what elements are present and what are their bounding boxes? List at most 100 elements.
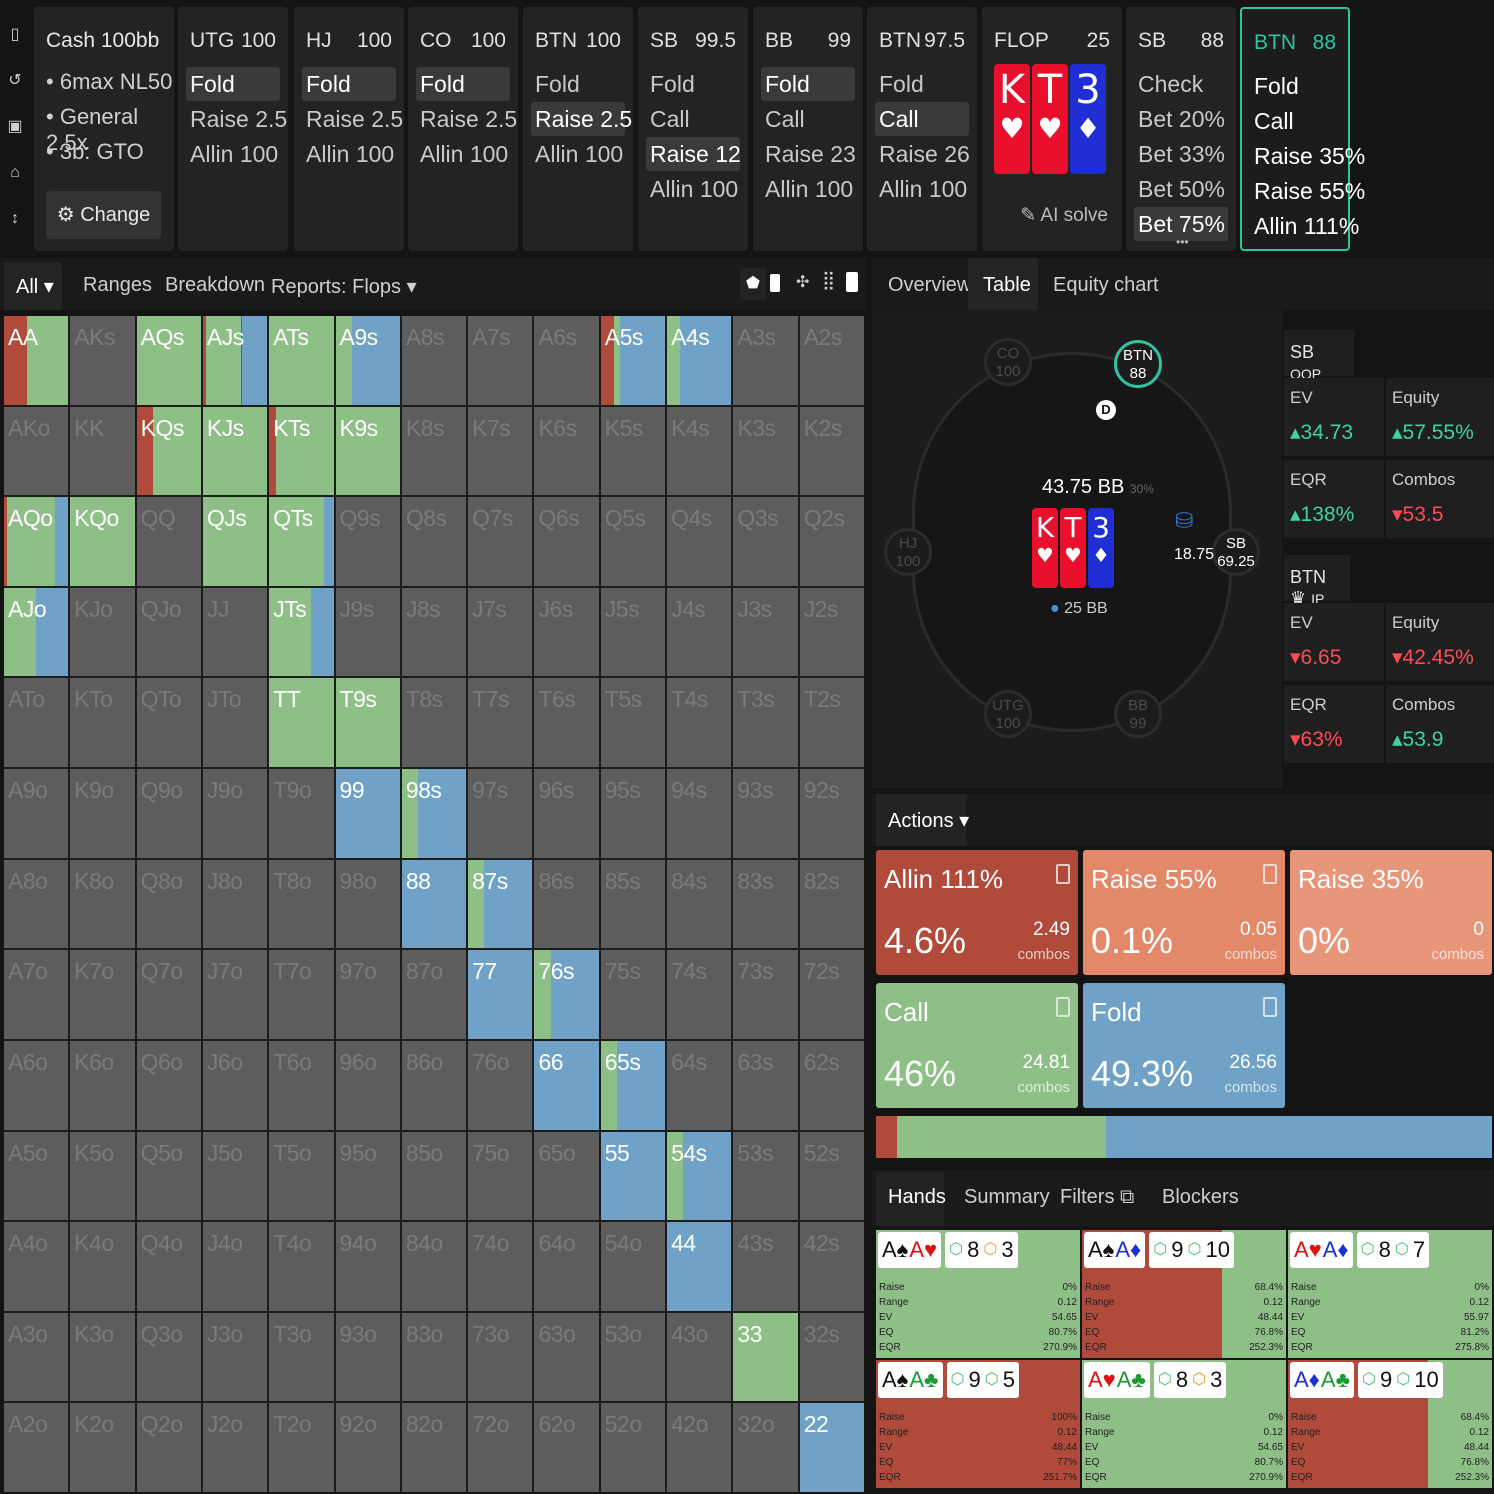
hand-cell-74o[interactable]: 74o (468, 1222, 533, 1311)
hand-cell-85o[interactable]: 85o (401, 1131, 467, 1221)
sidebar-icon[interactable] (846, 272, 858, 292)
hand-cell-98s[interactable]: 98s (401, 769, 467, 858)
hand-cell-T8s[interactable]: T8s (401, 678, 467, 768)
hand-cell-95s[interactable]: 95s (600, 769, 666, 858)
hand-cell-Q9s[interactable]: Q9s (335, 497, 400, 586)
hand-cell-ATo[interactable]: ATo (4, 678, 69, 768)
hand-cell-T3s[interactable]: T3s (733, 678, 798, 768)
action-option[interactable]: Raise 2.5 (416, 102, 517, 136)
hand-cell-Q3o[interactable]: Q3o (136, 1312, 201, 1402)
hand-cell-ATs[interactable]: ATs (269, 316, 334, 405)
action-option[interactable]: Call (761, 102, 855, 136)
hand-tile[interactable]: A♥ A♦ ⬡ 8 ⬡ 7 Raise 0% Range 0.12 EV 55.97 EQ 81.2% EQ… (1288, 1230, 1492, 1358)
hand-cell-93o[interactable]: 93o (335, 1312, 400, 1402)
document-icon[interactable] (1263, 864, 1277, 884)
hand-cell-K3s[interactable]: K3s (733, 406, 798, 496)
hand-cell-52o[interactable]: 52o (600, 1403, 666, 1492)
action-option[interactable]: Bet 33% (1134, 137, 1228, 171)
hand-cell-KQs[interactable]: KQs (136, 406, 201, 496)
hand-cell-QTo[interactable]: QTo (136, 678, 201, 768)
hand-cell-TT[interactable]: TT (269, 678, 334, 768)
action-option[interactable]: Allin 100 (531, 137, 625, 171)
hand-cell-53o[interactable]: 53o (600, 1312, 666, 1402)
action-box[interactable]: Raise 55% 0.1% 0.05 combos (1083, 850, 1285, 975)
hand-cell-83o[interactable]: 83o (401, 1312, 467, 1402)
ai-solve-button[interactable]: ✎ AI solve (1020, 204, 1108, 227)
text-height-icon[interactable]: ↕ (6, 210, 24, 228)
hand-cell-T8o[interactable]: T8o (269, 859, 334, 949)
hand-cell-96s[interactable]: 96s (534, 769, 599, 858)
action-box[interactable]: Raise 35% 0% 0 combos (1290, 850, 1492, 975)
hand-cell-82s[interactable]: 82s (799, 859, 864, 949)
hand-cell-43s[interactable]: 43s (733, 1222, 798, 1311)
hand-cell-63o[interactable]: 63o (534, 1312, 599, 1402)
hand-cell-KK[interactable]: KK (70, 406, 135, 496)
hand-cell-Q3s[interactable]: Q3s (733, 497, 798, 586)
hand-cell-AJs[interactable]: AJs (202, 316, 268, 405)
hand-cell-K6o[interactable]: K6o (70, 1040, 135, 1130)
hand-cell-53s[interactable]: 53s (733, 1131, 798, 1221)
hand-cell-J3s[interactable]: J3s (733, 587, 798, 677)
hand-cell-T4o[interactable]: T4o (269, 1222, 334, 1311)
action-option[interactable]: Allin 100 (416, 137, 510, 171)
hand-cell-64o[interactable]: 64o (534, 1222, 599, 1311)
hand-cell-73o[interactable]: 73o (468, 1312, 533, 1402)
tab-blockers[interactable]: Blockers (1162, 1186, 1239, 1209)
hand-cell-KQo[interactable]: KQo (70, 497, 135, 586)
hand-cell-54s[interactable]: 54s (667, 1131, 732, 1221)
hand-cell-J3o[interactable]: J3o (202, 1312, 268, 1402)
hand-cell-93s[interactable]: 93s (733, 769, 798, 858)
hand-cell-94s[interactable]: 94s (667, 769, 732, 858)
hand-cell-J5o[interactable]: J5o (202, 1131, 268, 1221)
hand-cell-AA[interactable]: AA (4, 316, 69, 405)
hand-cell-42s[interactable]: 42s (799, 1222, 864, 1311)
hand-cell-A5s[interactable]: A5s (600, 316, 666, 405)
hand-cell-75s[interactable]: 75s (600, 950, 666, 1039)
hand-cell-KJo[interactable]: KJo (70, 587, 135, 677)
hand-cell-Q7s[interactable]: Q7s (468, 497, 533, 586)
hand-cell-J2s[interactable]: J2s (799, 587, 864, 677)
hand-cell-63s[interactable]: 63s (733, 1040, 798, 1130)
hand-cell-99[interactable]: 99 (335, 769, 400, 858)
action-option[interactable]: Allin 100 (186, 137, 280, 171)
hand-cell-JTs[interactable]: JTs (269, 587, 334, 677)
more-icon[interactable]: ••• (1176, 235, 1189, 249)
hand-cell-22[interactable]: 22 (799, 1403, 864, 1492)
hand-cell-76o[interactable]: 76o (468, 1040, 533, 1130)
hand-cell-A3o[interactable]: A3o (4, 1312, 69, 1402)
hand-cell-K5o[interactable]: K5o (70, 1131, 135, 1221)
hand-cell-A9s[interactable]: A9s (335, 316, 400, 405)
hand-cell-83s[interactable]: 83s (733, 859, 798, 949)
hand-cell-Q4o[interactable]: Q4o (136, 1222, 201, 1311)
hand-cell-52s[interactable]: 52s (799, 1131, 864, 1221)
hand-cell-84o[interactable]: 84o (401, 1222, 467, 1311)
hand-cell-K9o[interactable]: K9o (70, 769, 135, 858)
hand-cell-K2s[interactable]: K2s (799, 406, 864, 496)
action-option[interactable]: Raise 2.5 (531, 102, 632, 136)
tab-filters[interactable]: Filters ⧉ (1060, 1186, 1134, 1209)
action-option[interactable]: Raise 35% (1250, 139, 1365, 173)
hand-cell-K9s[interactable]: K9s (335, 406, 400, 496)
hand-cell-T3o[interactable]: T3o (269, 1312, 334, 1402)
action-option[interactable]: Fold (646, 67, 740, 101)
hand-cell-97o[interactable]: 97o (335, 950, 400, 1039)
hand-cell-A3s[interactable]: A3s (733, 316, 798, 405)
hand-cell-85s[interactable]: 85s (600, 859, 666, 949)
tab-hands[interactable]: Hands (888, 1186, 946, 1209)
hand-cell-QTs[interactable]: QTs (269, 497, 334, 586)
hand-cell-J5s[interactable]: J5s (600, 587, 666, 677)
tab-table[interactable]: Table (983, 274, 1031, 297)
hand-cell-T9s[interactable]: T9s (335, 678, 400, 768)
hand-cell-32o[interactable]: 32o (733, 1403, 798, 1492)
document-icon[interactable] (1263, 997, 1277, 1017)
document-icon[interactable] (1056, 864, 1070, 884)
action-option[interactable]: Bet 20% (1134, 102, 1228, 136)
hand-cell-KJs[interactable]: KJs (202, 406, 268, 496)
bookmark-icon[interactable]: ▯ (6, 26, 24, 44)
hand-cell-77[interactable]: 77 (468, 950, 533, 1039)
hand-cell-Q8o[interactable]: Q8o (136, 859, 201, 949)
hand-cell-62s[interactable]: 62s (799, 1040, 864, 1130)
action-option[interactable]: Call (646, 102, 740, 136)
action-option[interactable]: Raise 2.5 (186, 102, 287, 136)
hand-cell-62o[interactable]: 62o (534, 1403, 599, 1492)
